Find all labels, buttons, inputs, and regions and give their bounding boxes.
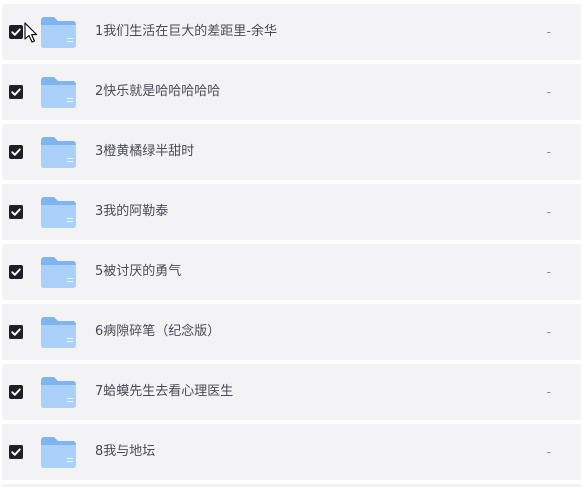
folder-icon [41,437,76,468]
file-row[interactable]: 7蛤蟆先生去看心理医生 - [2,364,581,420]
file-size: - [546,325,551,339]
checkbox-checked-icon[interactable] [9,445,23,459]
file-row[interactable]: 1我们生活在巨大的差距里-余华 - [2,4,581,60]
file-row[interactable]: 5被讨厌的勇气 - [2,244,581,300]
file-size: - [546,145,551,159]
file-name[interactable]: 8我与地坛 [95,424,155,480]
checkbox-checked-icon[interactable] [9,265,23,279]
folder-icon [41,377,76,408]
file-name[interactable]: 3橙黄橘绿半甜时 [95,124,194,180]
file-size: - [546,385,551,399]
file-row[interactable]: 6病隙碎笔（纪念版） - [2,304,581,360]
checkbox-checked-icon[interactable] [9,385,23,399]
file-name[interactable]: 2快乐就是哈哈哈哈哈 [95,64,220,120]
file-row[interactable]: 3我的阿勒泰 - [2,184,581,240]
file-size: - [546,445,551,459]
folder-icon [41,257,76,288]
checkbox-checked-icon[interactable] [9,25,23,39]
folder-icon [41,17,76,48]
folder-icon [41,137,76,168]
checkbox-checked-icon[interactable] [9,145,23,159]
checkbox-checked-icon[interactable] [9,325,23,339]
file-name[interactable]: 6病隙碎笔（纪念版） [95,304,220,360]
folder-icon [41,77,76,108]
folder-icon [41,197,76,228]
file-name[interactable]: 1我们生活在巨大的差距里-余华 [95,4,277,60]
folder-icon [41,317,76,348]
file-row[interactable]: 3橙黄橘绿半甜时 - [2,124,581,180]
file-row[interactable]: 8我与地坛 - [2,424,581,480]
file-size: - [546,25,551,39]
mouse-pointer-icon [24,22,38,43]
file-row[interactable]: 2快乐就是哈哈哈哈哈 - [2,64,581,120]
checkbox-checked-icon[interactable] [9,85,23,99]
file-name[interactable]: 5被讨厌的勇气 [95,244,181,300]
file-name[interactable]: 7蛤蟆先生去看心理医生 [95,364,233,420]
file-size: - [546,205,551,219]
file-size: - [546,265,551,279]
checkbox-checked-icon[interactable] [9,205,23,219]
file-size: - [546,85,551,99]
file-name[interactable]: 3我的阿勒泰 [95,184,168,240]
